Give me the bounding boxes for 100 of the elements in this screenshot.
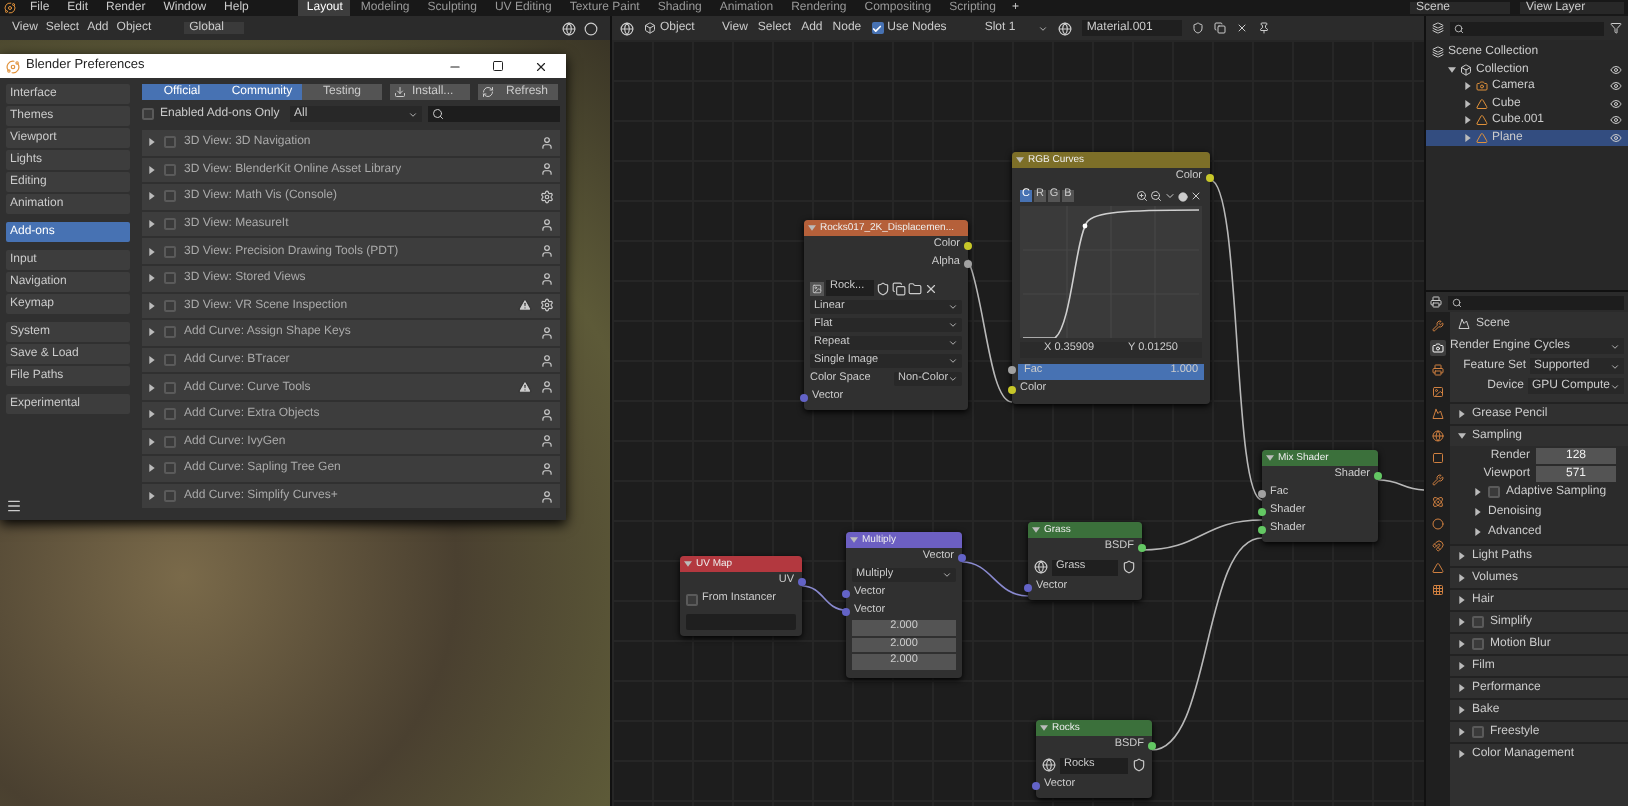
circle-icon[interactable] [1430,516,1446,532]
node-socket[interactable] [1374,471,1382,479]
search-field[interactable] [428,106,560,122]
checkbox[interactable] [164,408,176,421]
checkbox[interactable] [164,354,176,367]
eye-icon[interactable] [1610,97,1622,110]
node-socket[interactable] [1258,507,1266,515]
node-socket[interactable] [1148,741,1156,749]
caret-icon [1458,574,1466,582]
gear-icon [540,298,554,313]
square-icon[interactable] [1430,450,1446,466]
zoom-in-icon[interactable] [1136,190,1148,202]
logo-icon[interactable] [4,2,16,14]
caret-icon [1266,454,1274,462]
wrench-icon[interactable] [1430,472,1446,488]
node-socket[interactable] [798,577,806,585]
folder-icon[interactable] [908,281,922,295]
printer-icon[interactable] [1430,362,1446,378]
node-socket[interactable] [842,607,850,615]
caret-icon [1458,662,1466,670]
sphere-icon[interactable] [1034,560,1048,574]
shield-icon[interactable] [876,281,890,295]
mountain-icon[interactable] [1430,406,1446,422]
node-socket[interactable] [1008,366,1016,374]
checkbox[interactable] [164,218,176,231]
caret-icon [1458,618,1466,626]
node-socket[interactable] [1206,173,1214,181]
shield-icon[interactable] [1132,758,1146,772]
node-socket[interactable] [842,589,850,597]
checkbox[interactable] [164,462,176,475]
node-socket[interactable] [1008,386,1016,394]
checkbox[interactable] [164,272,176,285]
filter-icon[interactable] [1610,22,1622,34]
magnet-icon[interactable] [1430,538,1446,554]
circle-icon[interactable] [584,21,598,35]
checkbox[interactable] [164,435,176,448]
eye-icon[interactable] [1610,80,1622,93]
caret-icon [1040,724,1048,732]
zoom-out-icon[interactable] [1150,190,1162,202]
image-icon[interactable] [1430,384,1446,400]
caret-icon [1458,684,1466,692]
checkbox[interactable] [686,594,698,606]
node-socket[interactable] [1258,489,1266,497]
search-icon [1452,297,1462,307]
checkbox[interactable] [1472,726,1484,738]
sphere-icon[interactable] [1058,21,1073,35]
user-icon [540,162,554,177]
caret-icon [808,224,816,232]
pin-icon[interactable] [1258,22,1271,34]
atom-icon[interactable] [1430,494,1446,510]
checkbox[interactable] [164,381,176,394]
checkbox[interactable] [1472,638,1484,650]
node-socket[interactable] [1138,543,1146,551]
sphere-icon[interactable] [1042,758,1056,772]
shield-icon[interactable] [1192,22,1205,34]
checkbox[interactable] [164,326,176,339]
dot-icon[interactable] [1178,191,1188,201]
eye-icon[interactable] [1610,114,1622,127]
caret-icon [1016,156,1024,164]
checkbox[interactable] [1488,486,1500,498]
menu-icon[interactable] [6,498,22,514]
shield-icon[interactable] [1122,560,1136,574]
eye-icon[interactable] [1610,63,1622,76]
checkbox[interactable] [164,245,176,258]
checkbox[interactable] [1472,616,1484,628]
checkbox[interactable] [164,299,176,312]
checkbox[interactable] [164,163,176,176]
caret-icon [148,437,156,446]
search-field[interactable] [1450,21,1604,35]
node-socket[interactable] [964,241,972,249]
box-icon [1460,63,1472,76]
triangle-icon[interactable] [1430,560,1446,576]
caret-icon [684,560,692,568]
globe-icon[interactable] [562,21,576,35]
checkbox[interactable] [164,490,176,503]
close-icon[interactable] [534,59,548,73]
maximize-icon[interactable] [492,60,504,72]
checkbox[interactable] [142,108,154,120]
camera-icon[interactable] [1430,340,1446,356]
copy-icon[interactable] [892,281,906,295]
printer-icon[interactable] [1430,296,1442,308]
image-icon[interactable] [810,281,824,295]
search-icon [432,108,444,120]
checker-icon[interactable] [1430,582,1446,598]
search-field[interactable] [1448,295,1624,309]
logo-icon [6,59,20,73]
copy-icon[interactable] [1214,22,1227,34]
node-socket[interactable] [1032,781,1040,789]
node-socket[interactable] [1024,583,1032,591]
globe-icon[interactable] [1430,428,1446,444]
checkbox[interactable] [164,136,176,149]
checkbox[interactable] [164,190,176,203]
user-icon [540,489,554,504]
node-socket[interactable] [958,553,966,561]
eye-icon[interactable] [1610,131,1622,144]
sphere-icon[interactable] [620,21,634,35]
node-socket[interactable] [800,393,808,401]
node-socket[interactable] [964,259,972,267]
wrench-icon[interactable] [1430,318,1446,334]
node-socket[interactable] [1258,525,1266,533]
